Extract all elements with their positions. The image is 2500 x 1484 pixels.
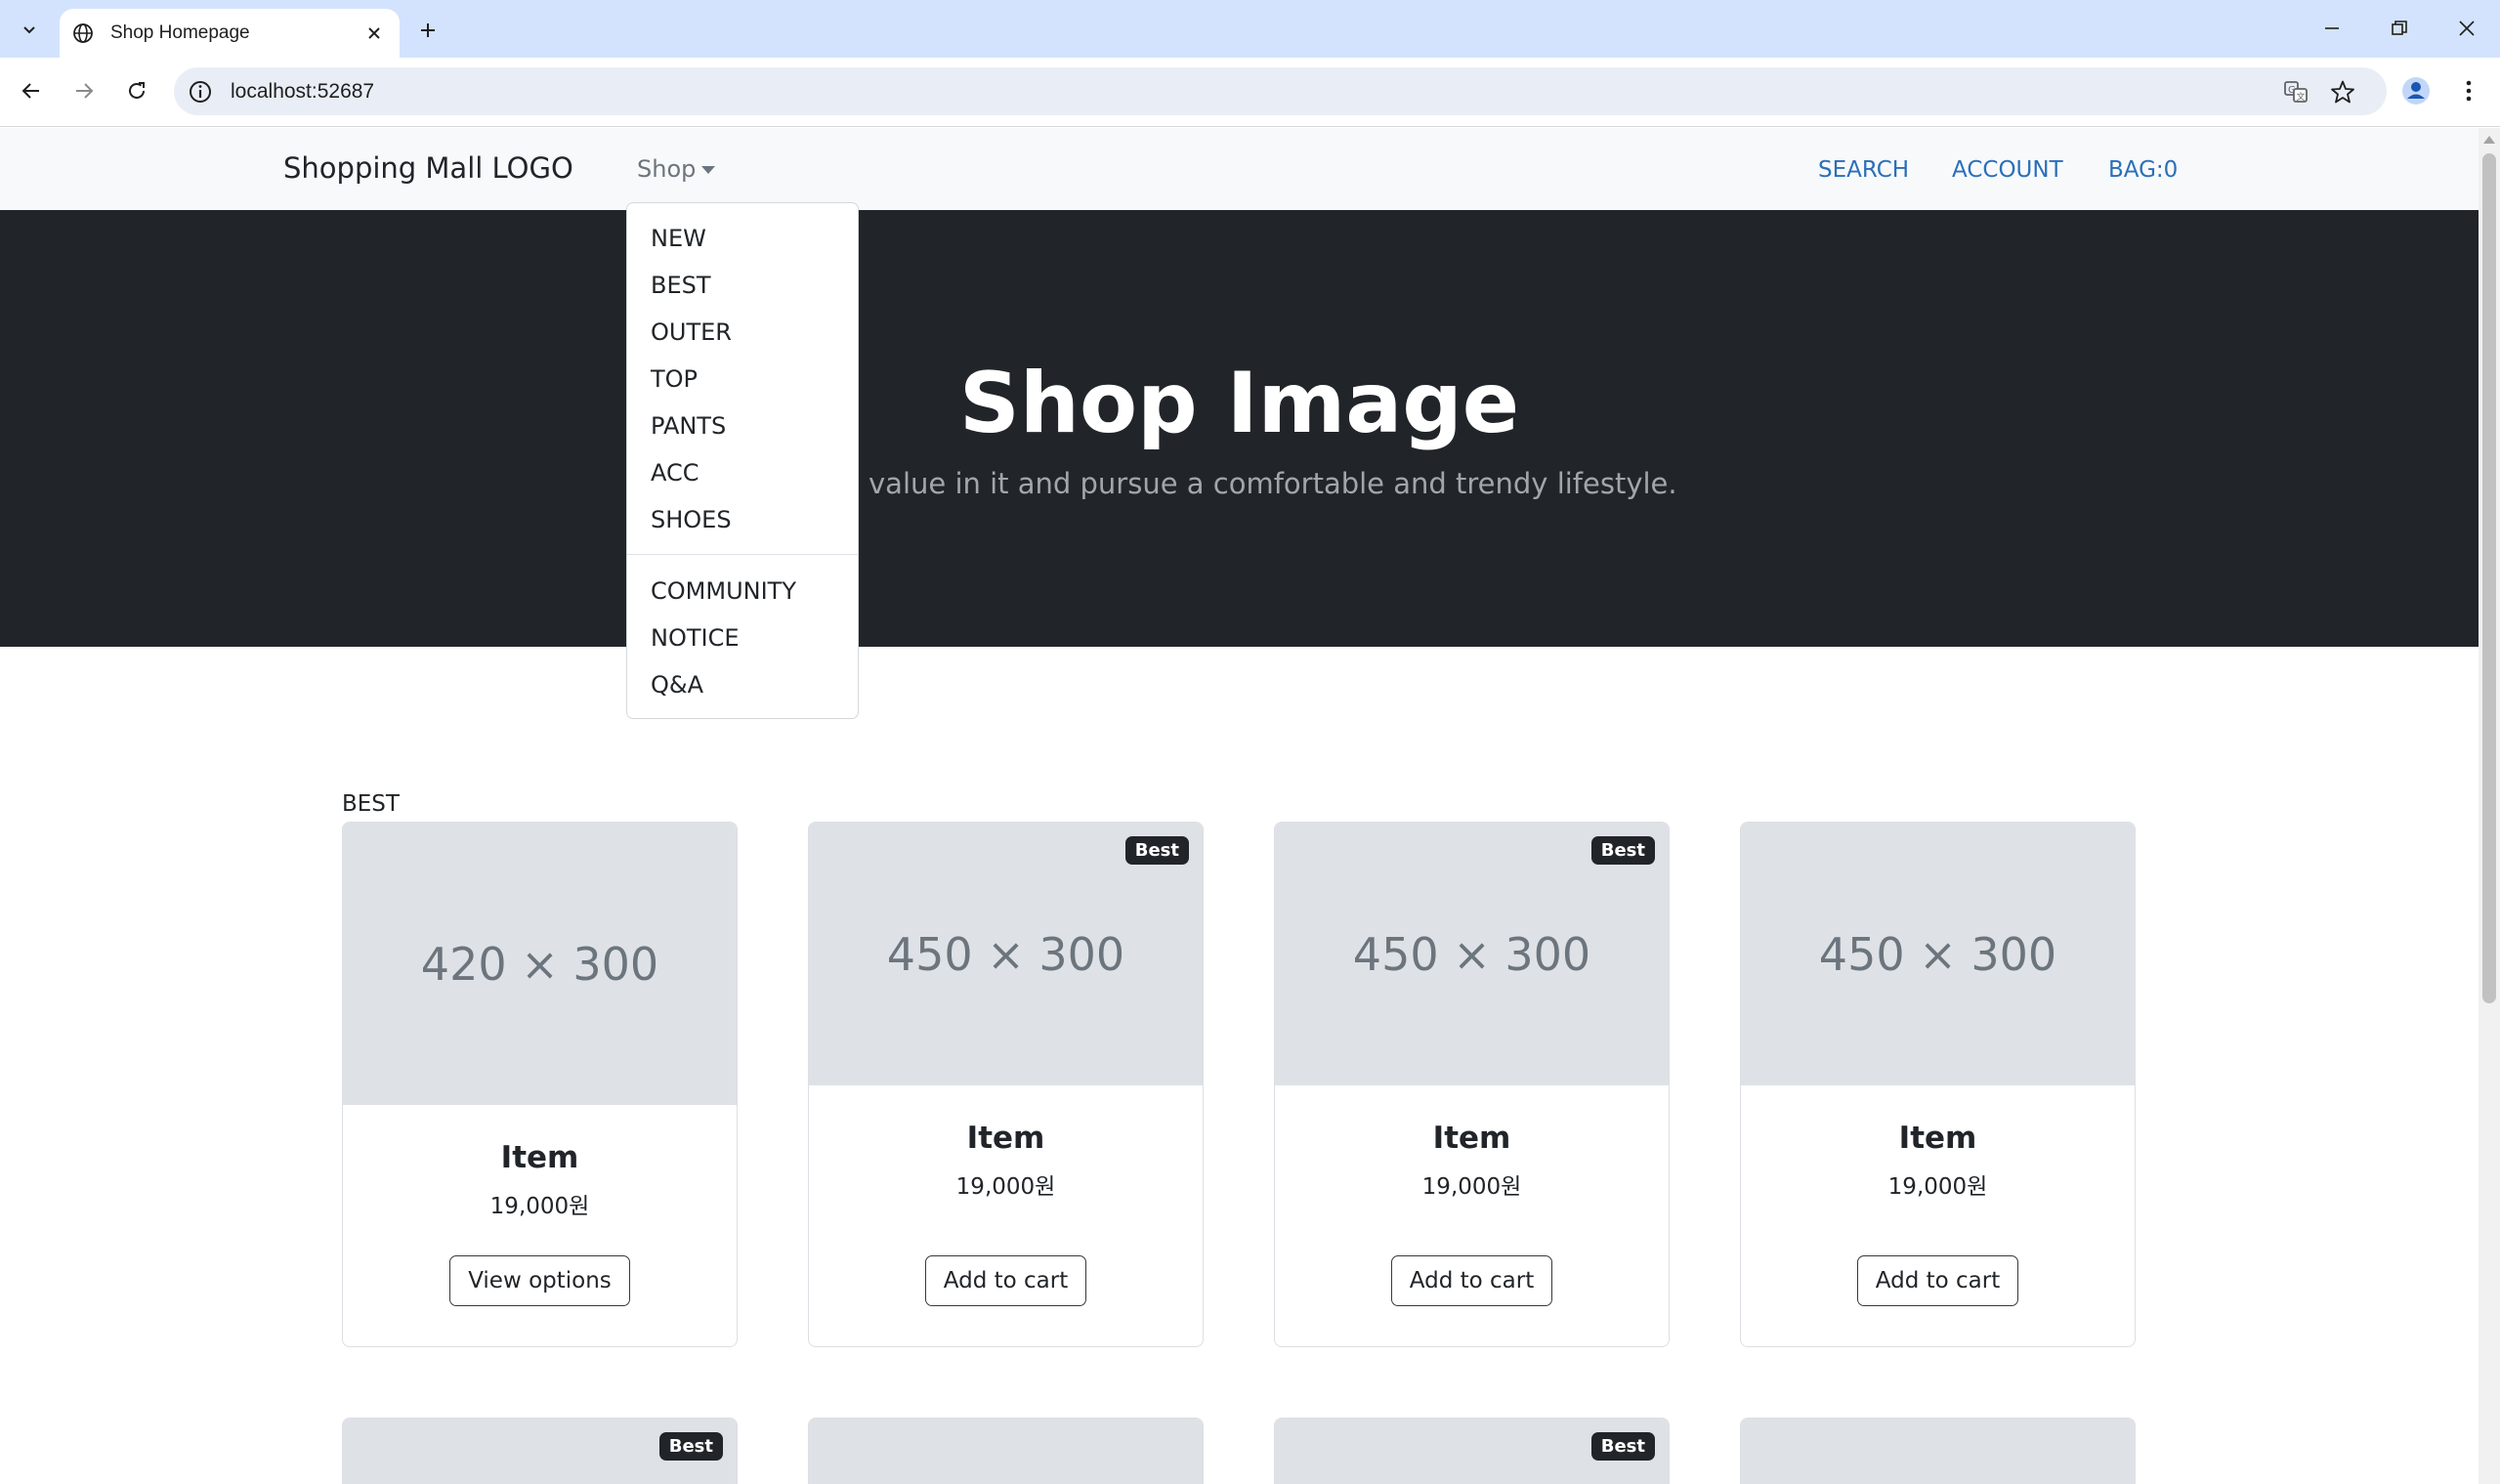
reload-icon: [129, 82, 145, 99]
product-price: 19,000원: [955, 1174, 1056, 1200]
caret-down-icon: [701, 166, 716, 174]
info-icon[interactable]: [188, 79, 213, 105]
image-size-label: 450 × 300: [1352, 927, 1591, 981]
url-text: localhost:52687: [231, 80, 375, 103]
site-navbar: Shopping Mall LOGO Shop SEARCH ACCOUNT B…: [0, 128, 2479, 210]
scrollbar-thumb[interactable]: [2482, 153, 2496, 1003]
close-icon: [368, 27, 380, 39]
image-size-label: 420 × 300: [420, 937, 659, 991]
hero-subtitle: Find value in it and pursue a comfortabl…: [801, 467, 1677, 500]
best-badge: Best: [1590, 836, 1655, 865]
browser-menu-button[interactable]: [2450, 72, 2487, 109]
profile-button[interactable]: [2397, 72, 2435, 109]
add-to-cart-button[interactable]: Add to cart: [924, 1255, 1087, 1306]
product-name: Item: [500, 1140, 579, 1175]
star-icon: [2331, 80, 2354, 104]
product-image-placeholder[interactable]: 450 × 300: [1741, 823, 2135, 1085]
tab-title: Shop Homepage: [110, 22, 250, 43]
tab-close-button[interactable]: [362, 21, 386, 45]
reload-button[interactable]: [117, 71, 156, 110]
brand-logo[interactable]: Shopping Mall LOGO: [283, 151, 573, 185]
restore-button[interactable]: [2370, 8, 2429, 49]
new-tab-button[interactable]: [411, 14, 444, 46]
product-card: 450 × 300 Best Item 19,000원 Add to cart: [808, 822, 1204, 1347]
add-to-cart-button[interactable]: Add to cart: [1390, 1255, 1553, 1306]
browser-tab-strip: Shop Homepage: [0, 0, 2500, 58]
hero-banner: Shop Image Find value in it and pursue a…: [0, 210, 2479, 647]
svg-text:文: 文: [2297, 91, 2306, 103]
product-price: 19,000원: [1421, 1174, 1522, 1200]
plus-icon: [420, 22, 435, 37]
view-options-button[interactable]: View options: [449, 1255, 630, 1306]
translate-icon: G文: [2284, 81, 2308, 103]
product-name: Item: [1432, 1121, 1511, 1156]
best-badge: Best: [1124, 836, 1189, 865]
minimize-icon: [2325, 27, 2339, 29]
dropdown-divider: [627, 554, 858, 555]
product-image-placeholder[interactable]: 450 × 300 Best: [809, 823, 1203, 1085]
best-badge: Best: [1590, 1432, 1655, 1461]
chevron-down-icon: [22, 25, 35, 33]
product-card: 420 × 300 Item 19,000원 View options: [342, 822, 738, 1347]
product-image-placeholder[interactable]: 420 × 300: [343, 823, 737, 1105]
dropdown-item-outer[interactable]: OUTER: [651, 318, 732, 346]
product-card: [1740, 1418, 2136, 1484]
product-image-placeholder[interactable]: [809, 1419, 1203, 1484]
nav-link-bag[interactable]: BAG:0: [2108, 157, 2178, 183]
product-name: Item: [1898, 1121, 1977, 1156]
arrow-left-icon: [21, 83, 39, 99]
nav-link-search[interactable]: SEARCH: [1818, 157, 1909, 183]
tab-search-button[interactable]: [13, 13, 45, 45]
bookmark-button[interactable]: [2330, 79, 2355, 105]
product-card: Best: [1274, 1418, 1670, 1484]
minimize-button[interactable]: [2303, 8, 2361, 49]
image-size-label: 450 × 300: [886, 927, 1125, 981]
add-to-cart-button[interactable]: Add to cart: [1856, 1255, 2019, 1306]
dropdown-item-community[interactable]: COMMUNITY: [651, 577, 796, 605]
arrow-right-icon: [76, 83, 94, 99]
person-icon: [2402, 77, 2430, 105]
kebab-menu-icon: [2466, 80, 2472, 102]
image-size-label: 450 × 300: [1818, 927, 2057, 981]
close-window-button[interactable]: [2437, 8, 2496, 49]
close-icon: [2459, 21, 2475, 36]
translate-button[interactable]: G文: [2283, 79, 2309, 105]
dropdown-item-top[interactable]: TOP: [651, 365, 698, 393]
page-scrollbar[interactable]: [2479, 128, 2500, 1484]
product-card: 450 × 300 Best Item 19,000원 Add to cart: [1274, 822, 1670, 1347]
dropdown-item-pants[interactable]: PANTS: [651, 412, 726, 440]
shop-dropdown-toggle[interactable]: Shop: [637, 155, 716, 183]
address-bar[interactable]: localhost:52687 G文: [174, 67, 2387, 115]
product-price: 19,000원: [489, 1194, 590, 1219]
dropdown-item-qna[interactable]: Q&A: [651, 671, 703, 699]
forward-button[interactable]: [64, 71, 104, 110]
dropdown-item-acc[interactable]: ACC: [651, 459, 699, 487]
product-image-placeholder[interactable]: Best: [343, 1419, 737, 1484]
dropdown-item-notice[interactable]: NOTICE: [651, 624, 740, 652]
product-name: Item: [966, 1121, 1045, 1156]
shop-dropdown-menu: NEW BEST OUTER TOP PANTS ACC SHOES COMMU…: [626, 202, 859, 719]
dropdown-item-shoes[interactable]: SHOES: [651, 506, 732, 533]
dropdown-item-best[interactable]: BEST: [651, 272, 711, 299]
product-image-placeholder[interactable]: [1741, 1419, 2135, 1484]
product-card: [808, 1418, 1204, 1484]
shop-label: Shop: [637, 155, 697, 183]
browser-toolbar: localhost:52687 G文: [0, 58, 2500, 127]
product-price: 19,000원: [1887, 1174, 1988, 1200]
globe-icon: [73, 23, 93, 43]
product-card: Best: [342, 1418, 738, 1484]
back-button[interactable]: [12, 71, 51, 110]
browser-tab[interactable]: Shop Homepage: [60, 9, 400, 58]
product-card: 450 × 300 Item 19,000원 Add to cart: [1740, 822, 2136, 1347]
best-badge: Best: [658, 1432, 723, 1461]
nav-link-account[interactable]: ACCOUNT: [1952, 157, 2063, 183]
restore-icon: [2392, 21, 2407, 35]
scroll-up-arrow-icon[interactable]: [2483, 136, 2495, 144]
hero-title: Shop Image: [958, 355, 1520, 452]
product-image-placeholder[interactable]: Best: [1275, 1419, 1669, 1484]
product-image-placeholder[interactable]: 450 × 300 Best: [1275, 823, 1669, 1085]
section-label-best: BEST: [342, 791, 400, 817]
dropdown-item-new[interactable]: NEW: [651, 225, 706, 252]
